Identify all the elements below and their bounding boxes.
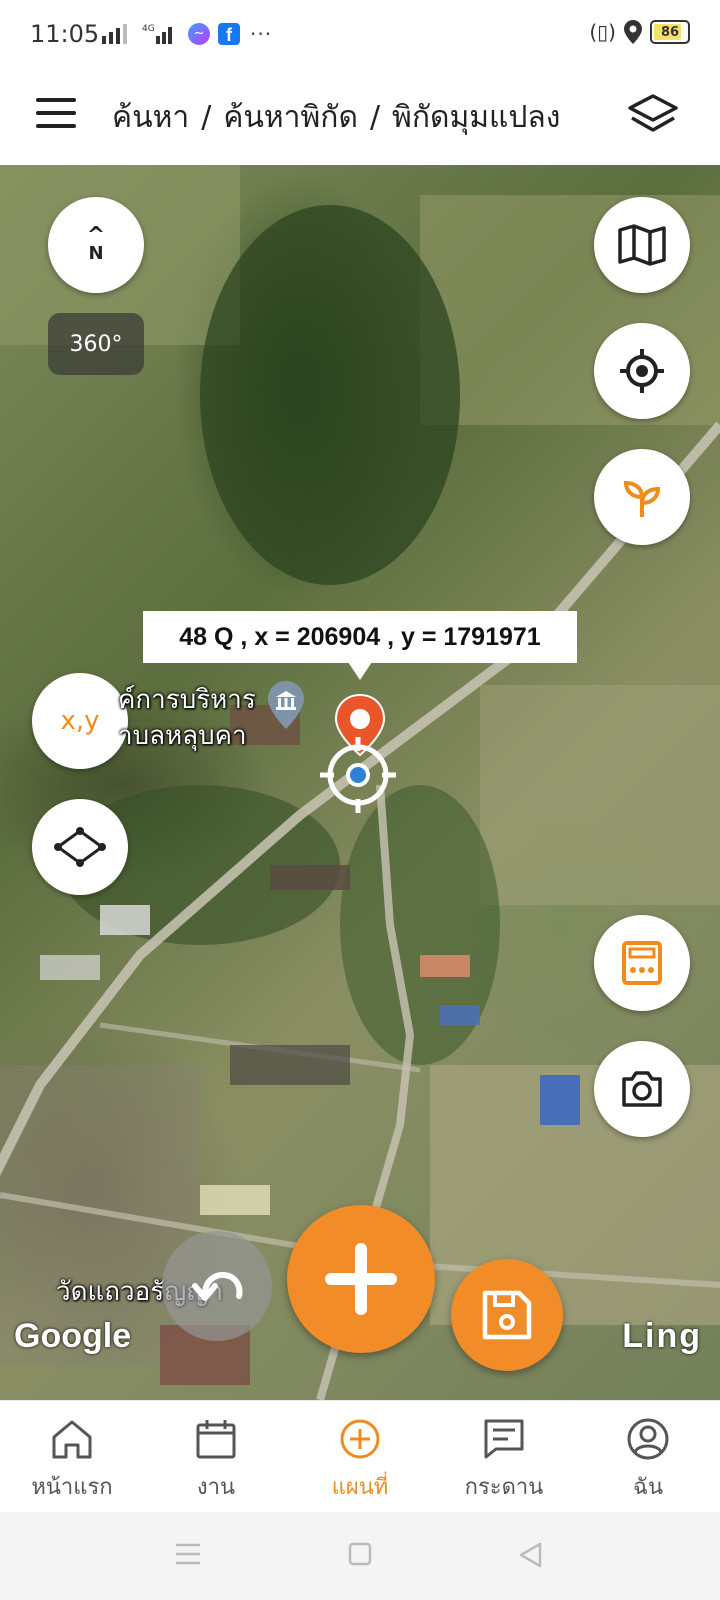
calculator-icon	[622, 941, 662, 985]
signal-icon	[102, 24, 127, 44]
camera-button[interactable]	[594, 1041, 690, 1137]
more-notifications-icon: ···	[250, 22, 273, 46]
xy-coordinate-button[interactable]: x,y	[32, 673, 128, 769]
nav-item-board[interactable]: กระดาน	[432, 1401, 576, 1513]
google-attribution: Google	[14, 1317, 132, 1355]
my-location-button[interactable]	[594, 323, 690, 419]
calendar-icon	[196, 1420, 236, 1459]
place-label: าบลหลุบคา	[118, 721, 247, 751]
save-button[interactable]	[451, 1259, 563, 1371]
nav-item-map[interactable]: แผนที่	[288, 1401, 432, 1513]
messenger-icon: ~	[188, 23, 210, 45]
nav-label-home: หน้าแรก	[31, 1475, 113, 1500]
vibrate-icon: (▯)	[589, 20, 616, 44]
ling-watermark: Ling	[622, 1317, 702, 1355]
app-bar: ค้นหา / ค้นหาพิกัด / พิกัดมุมแปลง	[0, 70, 720, 165]
facebook-icon: f	[218, 23, 240, 45]
breadcrumb-item-search[interactable]: ค้นหา	[112, 94, 189, 141]
layers-icon[interactable]	[626, 92, 680, 138]
government-building-icon	[268, 681, 304, 729]
menu-icon[interactable]	[36, 98, 76, 134]
breadcrumb-separator: /	[201, 100, 212, 135]
status-time: 11:05	[30, 20, 100, 48]
location-icon	[624, 20, 642, 44]
home-square-icon[interactable]	[348, 1542, 372, 1566]
compass-button[interactable]: ^ N	[48, 197, 144, 293]
add-point-button[interactable]	[287, 1205, 435, 1353]
add-circle-icon	[340, 1419, 380, 1459]
sprout-icon	[623, 480, 661, 517]
breadcrumb-separator: /	[369, 100, 381, 135]
battery-text: 86	[660, 24, 680, 40]
svg-text:4G: 4G	[142, 24, 155, 34]
bottom-nav: หน้าแรก งาน แผนที่ กระดาน ฉัน	[0, 1400, 720, 1513]
nav-label-board: กระดาน	[464, 1475, 544, 1500]
cellular-4g-icon: 4G	[142, 22, 178, 50]
battery-icon: 86	[650, 20, 690, 44]
coordinate-popup: 48 Q , x = 206904 , y = 1791971	[143, 611, 577, 663]
polygon-icon	[54, 827, 106, 867]
nav-label-map: แผนที่	[331, 1475, 389, 1500]
breadcrumb: ค้นหา / ค้นหาพิกัด / พิกัดมุมแปลง	[112, 94, 560, 141]
plant-button[interactable]	[594, 449, 690, 545]
compass-north-label: N	[88, 243, 104, 264]
nav-item-me[interactable]: ฉัน	[576, 1401, 720, 1513]
nav-item-jobs[interactable]: งาน	[144, 1401, 288, 1513]
recent-apps-icon[interactable]	[174, 1542, 202, 1566]
nav-label-me: ฉัน	[632, 1475, 664, 1500]
xy-label: x,y	[60, 706, 100, 736]
map-type-button[interactable]	[594, 197, 690, 293]
plus-icon	[325, 1243, 397, 1315]
map-view[interactable]: ^ N 360° x,y 48 Q , x = 206904 , y = 179…	[0, 165, 720, 1400]
map-icon	[618, 224, 666, 266]
nav-label-jobs: งาน	[196, 1475, 236, 1500]
calculator-button[interactable]	[594, 915, 690, 1011]
status-bar: 11:05 4G ~ f ··· (▯) 86	[0, 0, 720, 70]
home-icon	[52, 1420, 92, 1459]
coordinate-popup-tail	[348, 662, 372, 680]
back-icon[interactable]	[518, 1542, 542, 1568]
nav-item-home[interactable]: หน้าแรก	[0, 1401, 144, 1513]
rotation-badge[interactable]: 360°	[48, 313, 144, 375]
save-icon	[482, 1290, 532, 1340]
crosshair-location-icon	[620, 349, 664, 393]
user-icon	[627, 1418, 669, 1460]
system-nav-bar	[0, 1512, 720, 1600]
plot-polygon-button[interactable]	[32, 799, 128, 895]
undo-icon	[192, 1272, 243, 1301]
place-label: ค์การบริหาร	[118, 685, 256, 715]
camera-icon	[622, 1071, 662, 1107]
breadcrumb-item-plot-corner: พิกัดมุมแปลง	[392, 100, 561, 135]
breadcrumb-item-search-coordinate[interactable]: ค้นหาพิกัด	[223, 94, 358, 141]
target-crosshair-icon	[320, 737, 396, 813]
undo-button[interactable]	[162, 1231, 272, 1341]
board-icon	[484, 1419, 524, 1459]
